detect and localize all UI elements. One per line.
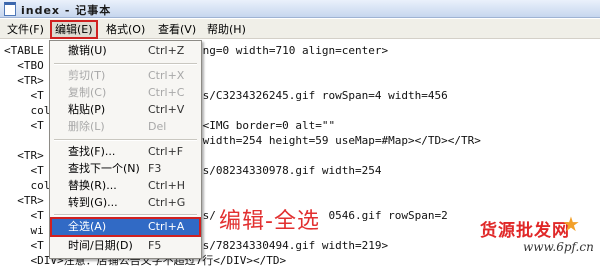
editor-line: <TR> xyxy=(4,74,44,87)
menu-item-label: 全选(A) xyxy=(68,220,107,233)
menu-help[interactable]: 帮助(H) xyxy=(204,22,249,37)
menu-separator xyxy=(54,63,197,65)
annotation-caption: 编辑-全选 xyxy=(219,209,320,234)
menu-item-shortcut: Del xyxy=(148,120,167,133)
menu-item-label: 时间/日期(D) xyxy=(68,239,133,252)
menu-item-copy[interactable]: 复制(C) Ctrl+C xyxy=(52,85,199,101)
star-icon: ★ xyxy=(562,212,580,236)
menu-item-label: 转到(G)... xyxy=(68,196,118,209)
menu-item-shortcut: Ctrl+C xyxy=(148,86,185,99)
editor-line: <TR> xyxy=(4,149,44,162)
notepad-icon xyxy=(4,2,16,16)
menu-item-shortcut: Ctrl+A xyxy=(148,220,185,233)
menu-item-undo[interactable]: 撤销(U) Ctrl+Z xyxy=(52,43,199,59)
menu-item-find-next[interactable]: 查找下一个(N) F3 xyxy=(52,161,199,177)
menu-item-cut[interactable]: 剪切(T) Ctrl+X xyxy=(52,68,199,84)
menu-format[interactable]: 格式(O) xyxy=(103,22,148,37)
menu-edit[interactable]: 编辑(E) xyxy=(50,20,98,39)
editor-line: <TR> xyxy=(4,194,44,207)
menu-item-label: 查找(F)... xyxy=(68,145,116,158)
editor-line: col xyxy=(4,104,51,117)
menu-bar: 文件(F) 编辑(E) 格式(O) 查看(V) 帮助(H) xyxy=(0,19,600,39)
menu-separator xyxy=(54,214,197,216)
menu-item-delete[interactable]: 删除(L) Del xyxy=(52,119,199,135)
editor-line: wi xyxy=(4,224,44,237)
title-bar: index - 记事本 xyxy=(0,0,600,18)
menu-item-label: 替换(R)... xyxy=(68,179,117,192)
menu-item-select-all[interactable]: 全选(A) Ctrl+A xyxy=(50,217,201,237)
menu-item-label: 撤销(U) xyxy=(68,44,107,57)
menu-item-find[interactable]: 查找(F)... Ctrl+F xyxy=(52,144,199,160)
menu-item-shortcut: Ctrl+Z xyxy=(148,44,185,57)
window-title: index - 记事本 xyxy=(21,4,112,17)
menu-item-label: 删除(L) xyxy=(68,120,105,133)
menu-item-shortcut: Ctrl+X xyxy=(148,69,185,82)
menu-item-shortcut: Ctrl+V xyxy=(148,103,185,116)
menu-item-replace[interactable]: 替换(R)... Ctrl+H xyxy=(52,178,199,194)
watermark-url: www.6pf.cn xyxy=(523,240,594,254)
menu-item-shortcut: F3 xyxy=(148,162,162,175)
menu-item-shortcut: Ctrl+G xyxy=(148,196,186,209)
edit-menu-dropdown: 撤销(U) Ctrl+Z 剪切(T) Ctrl+X 复制(C) Ctrl+C 粘… xyxy=(49,40,202,259)
menu-item-paste[interactable]: 粘贴(P) Ctrl+V xyxy=(52,102,199,118)
menu-separator xyxy=(54,139,197,141)
menu-item-label: 复制(C) xyxy=(68,86,107,99)
menu-file[interactable]: 文件(F) xyxy=(4,22,47,37)
menu-item-goto[interactable]: 转到(G)... Ctrl+G xyxy=(52,195,199,211)
menu-view[interactable]: 查看(V) xyxy=(155,22,199,37)
menu-item-shortcut: Ctrl+H xyxy=(148,179,186,192)
editor-line: <TBO xyxy=(4,59,44,72)
menu-item-shortcut: Ctrl+F xyxy=(148,145,184,158)
menu-item-label: 剪切(T) xyxy=(68,69,106,82)
menu-item-shortcut: F5 xyxy=(148,239,162,252)
menu-item-label: 粘贴(P) xyxy=(68,103,106,116)
menu-item-label: 查找下一个(N) xyxy=(68,162,140,175)
menu-item-time-date[interactable]: 时间/日期(D) F5 xyxy=(52,238,199,254)
watermark-brand: 货源批发网 xyxy=(480,221,570,241)
